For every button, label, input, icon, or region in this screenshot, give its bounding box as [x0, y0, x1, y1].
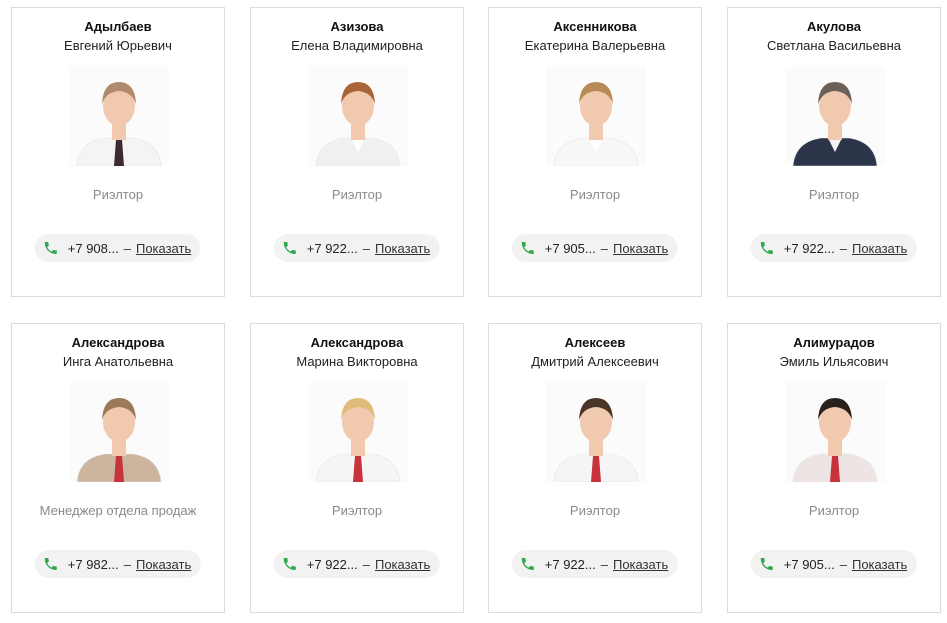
agent-surname: Акулова	[806, 19, 862, 34]
agent-surname: Азизова	[330, 19, 384, 34]
agent-card[interactable]: Алексеев Дмитрий Алексеевич Риэлтор +7 922.…	[488, 323, 702, 613]
phone-number: +7 905...	[783, 556, 835, 572]
agent-card[interactable]: Александрова Инга Анатольевна Менеджер отд…	[11, 323, 225, 613]
agent-role: Риэлтор	[569, 503, 621, 518]
agent-photo	[785, 382, 885, 482]
show-phone-link[interactable]: Показать	[375, 241, 430, 256]
phone-pill[interactable]: +7 922... – Показать	[511, 550, 679, 578]
phone-number: +7 922...	[306, 240, 358, 256]
phone-separator: –	[600, 556, 608, 572]
phone-icon	[283, 242, 296, 254]
agent-card[interactable]: Адылбаев Евгений Юрьевич Риэлтор +7 908... –…	[11, 7, 225, 297]
show-phone-link[interactable]: Показать	[613, 241, 668, 256]
phone-icon	[760, 558, 773, 570]
phone-pill[interactable]: +7 922... – Показать	[750, 234, 918, 262]
phone-number: +7 922...	[306, 556, 358, 572]
phone-pill[interactable]: +7 922... – Показать	[273, 550, 441, 578]
agent-card[interactable]: Азизова Елена Владимировна Риэлтор +7 922..…	[250, 7, 464, 297]
phone-separator: –	[362, 240, 370, 256]
agent-given-name: Марина Викторовна	[296, 354, 418, 369]
show-phone-link[interactable]: Показать	[136, 557, 191, 572]
phone-pill[interactable]: +7 982... – Показать	[34, 550, 202, 578]
agent-given-name: Дмитрий Алексеевич	[531, 354, 659, 369]
show-phone-link[interactable]: Показать	[375, 557, 430, 572]
agent-role: Риэлтор	[808, 503, 860, 518]
phone-number: +7 922...	[544, 556, 596, 572]
phone-separator: –	[600, 240, 608, 256]
agent-card[interactable]: Алимурадов Эмиль Ильясович Риэлтор +7 905..…	[727, 323, 941, 613]
phone-icon	[521, 242, 534, 254]
agent-card[interactable]: Аксенникова Екатерина Валерьевна Риэлтор +7…	[488, 7, 702, 297]
agent-surname: Александрова	[71, 335, 165, 350]
phone-pill[interactable]: +7 922... – Показать	[273, 234, 441, 262]
agent-given-name: Светлана Васильевна	[766, 38, 902, 53]
agent-role: Риэлтор	[808, 187, 860, 202]
agent-photo	[308, 66, 408, 166]
show-phone-link[interactable]: Показать	[852, 241, 907, 256]
agent-role: Риэлтор	[92, 187, 144, 202]
phone-icon	[521, 558, 534, 570]
agent-role: Менеджер отдела продаж	[39, 503, 197, 518]
phone-number: +7 908...	[67, 240, 119, 256]
agent-given-name: Елена Владимировна	[291, 38, 423, 53]
agent-photo	[308, 382, 408, 482]
phone-pill[interactable]: +7 905... – Показать	[750, 550, 918, 578]
agent-surname: Алексеев	[564, 335, 626, 350]
phone-separator: –	[362, 556, 370, 572]
phone-number: +7 922...	[783, 240, 835, 256]
agent-role: Риэлтор	[331, 187, 383, 202]
agent-given-name: Эмиль Ильясович	[779, 354, 889, 369]
phone-pill[interactable]: +7 908... – Показать	[34, 234, 202, 262]
agent-given-name: Инга Анатольевна	[62, 354, 174, 369]
agent-surname: Алимурадов	[793, 335, 875, 350]
agent-photo	[785, 66, 885, 166]
phone-icon	[44, 558, 57, 570]
agent-surname: Александрова	[310, 335, 404, 350]
agent-photo	[69, 382, 169, 482]
phone-icon	[283, 558, 296, 570]
agent-card[interactable]: Акулова Светлана Васильевна Риэлтор +7 922.…	[727, 7, 941, 297]
agent-photo	[69, 66, 169, 166]
agent-role: Риэлтор	[331, 503, 383, 518]
phone-pill[interactable]: +7 905... – Показать	[511, 234, 679, 262]
phone-icon	[760, 242, 773, 254]
phone-number: +7 982...	[67, 556, 119, 572]
phone-number: +7 905...	[544, 240, 596, 256]
show-phone-link[interactable]: Показать	[852, 557, 907, 572]
phone-separator: –	[839, 240, 847, 256]
agent-card[interactable]: Александрова Марина Викторовна Риэлтор +7 9…	[250, 323, 464, 613]
phone-separator: –	[123, 240, 131, 256]
agent-photo	[546, 66, 646, 166]
agent-given-name: Евгений Юрьевич	[64, 38, 172, 53]
show-phone-link[interactable]: Показать	[136, 241, 191, 256]
phone-separator: –	[839, 556, 847, 572]
agent-surname: Адылбаев	[84, 19, 152, 34]
agent-given-name: Екатерина Валерьевна	[524, 38, 666, 53]
phone-separator: –	[123, 556, 131, 572]
agent-surname: Аксенникова	[553, 19, 637, 34]
phone-icon	[44, 242, 57, 254]
agent-photo	[546, 382, 646, 482]
agent-role: Риэлтор	[569, 187, 621, 202]
show-phone-link[interactable]: Показать	[613, 557, 668, 572]
agents-grid: Адылбаев Евгений Юрьевич Риэлтор +7 908... –…	[0, 0, 947, 623]
